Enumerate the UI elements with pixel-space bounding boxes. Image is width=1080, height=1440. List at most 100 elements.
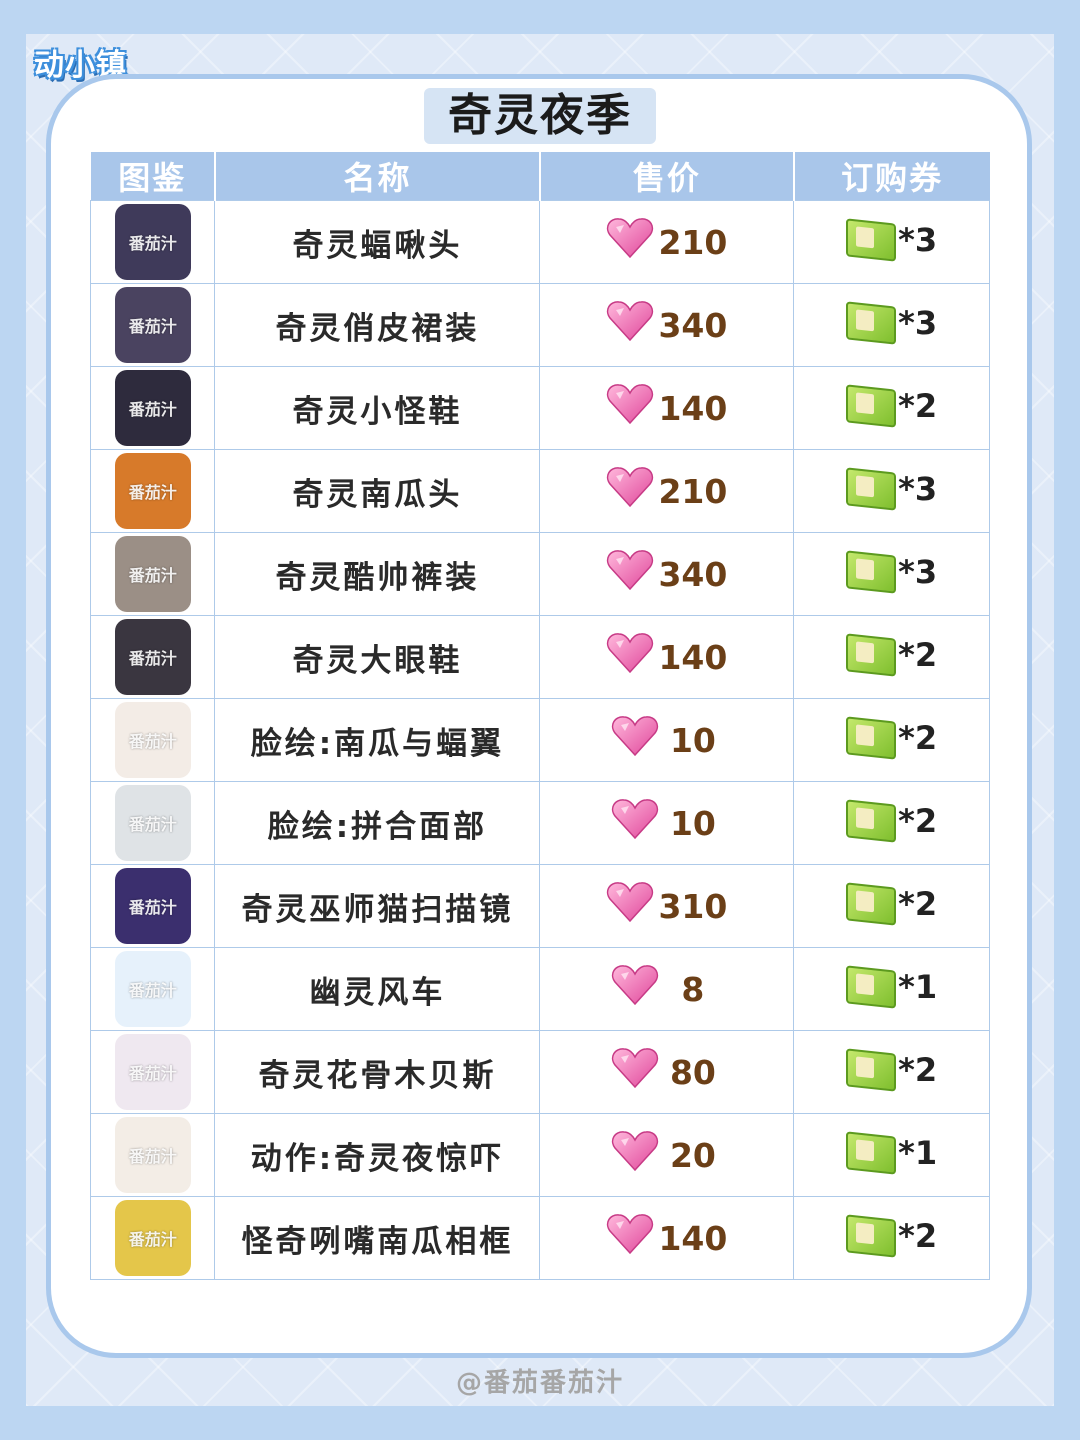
- price-cell: 210: [539, 449, 795, 533]
- thumb-cell: 番茄汁: [89, 532, 216, 616]
- table-row: 番茄汁 奇灵大眼鞋 140 *2: [89, 615, 990, 699]
- ticket-count: *2: [898, 1051, 938, 1089]
- bat-hat-icon: 番茄汁: [114, 204, 191, 280]
- ticket-cell: *2: [793, 1030, 990, 1114]
- watermark: 番茄汁: [128, 1147, 177, 1166]
- price-value: 310: [658, 886, 728, 926]
- ticket-cell: *3: [793, 283, 990, 367]
- dress-icon: 番茄汁: [114, 287, 191, 363]
- pumpkin-head-icon: 番茄汁: [114, 453, 191, 529]
- watermark: 番茄汁: [128, 483, 177, 502]
- heart-gem-icon: [606, 217, 654, 267]
- heart-gem-icon: [611, 1130, 659, 1180]
- item-name: 脸绘:南瓜与蝠翼: [250, 725, 505, 762]
- header-ticket: 订购券: [792, 152, 990, 201]
- name-cell: 怪奇咧嘴南瓜相框: [214, 1196, 541, 1280]
- table-row: 番茄汁 脸绘:南瓜与蝠翼 10 *2: [89, 698, 990, 782]
- watermark: 番茄汁: [128, 1230, 177, 1249]
- face-mask-icon: 番茄汁: [114, 785, 191, 861]
- name-cell: 奇灵俏皮裙装: [214, 283, 541, 367]
- watermark: 番茄汁: [128, 1064, 177, 1083]
- thumb-cell: 番茄汁: [89, 283, 216, 367]
- page-title: 奇灵夜季: [424, 88, 656, 144]
- price-cell: 340: [539, 283, 795, 367]
- thumb-cell: 番茄汁: [89, 366, 216, 450]
- price-cell: 310: [539, 864, 795, 948]
- table-row: 番茄汁 脸绘:拼合面部 10 *2: [89, 781, 990, 865]
- watermark: 番茄汁: [128, 815, 177, 834]
- item-name: 奇灵花骨木贝斯: [258, 1057, 497, 1094]
- ticket-count: *3: [898, 304, 938, 342]
- heart-gem-icon: [606, 632, 654, 682]
- watermark: 番茄汁: [128, 400, 177, 419]
- table-row: 番茄汁 动作:奇灵夜惊吓 20 *1: [89, 1113, 990, 1197]
- ticket-cell: *2: [793, 864, 990, 948]
- price-value: 140: [658, 388, 728, 428]
- ticket-count: *2: [898, 802, 938, 840]
- price-cell: 140: [539, 366, 795, 450]
- ticket-count: *3: [898, 221, 938, 259]
- price-value: 340: [658, 305, 728, 345]
- price-value: 140: [658, 1218, 728, 1258]
- header-catalog: 图鉴: [90, 152, 215, 201]
- order-ticket-icon: [846, 882, 897, 926]
- thumb-cell: 番茄汁: [89, 781, 216, 865]
- ticket-count: *2: [898, 719, 938, 757]
- ticket-cell: *2: [793, 1196, 990, 1280]
- price-value: 210: [658, 222, 728, 262]
- order-ticket-icon: [846, 1214, 897, 1258]
- watermark: 番茄汁: [128, 566, 177, 585]
- price-value: 210: [658, 471, 728, 511]
- order-ticket-icon: [846, 716, 897, 760]
- item-name: 奇灵酷帅裤装: [275, 559, 480, 596]
- price-value: 8: [681, 969, 705, 1009]
- thumb-cell: 番茄汁: [89, 947, 216, 1031]
- price-value: 10: [669, 803, 716, 843]
- eye-shoes-icon: 番茄汁: [114, 619, 191, 695]
- thumb-cell: 番茄汁: [89, 1030, 216, 1114]
- heart-gem-icon: [606, 549, 654, 599]
- item-name: 幽灵风车: [309, 974, 446, 1011]
- table-row: 番茄汁 奇灵蝠啾头 210 *3: [89, 200, 990, 284]
- item-name: 动作:奇灵夜惊吓: [250, 1140, 505, 1177]
- order-ticket-icon: [846, 1048, 897, 1092]
- price-cell: 140: [539, 1196, 795, 1280]
- ticket-cell: *2: [793, 781, 990, 865]
- order-ticket-icon: [846, 799, 897, 843]
- name-cell: 奇灵南瓜头: [214, 449, 541, 533]
- thumb-cell: 番茄汁: [89, 449, 216, 533]
- table-row: 番茄汁 怪奇咧嘴南瓜相框 140 *2: [89, 1196, 990, 1280]
- price-cell: 20: [539, 1113, 795, 1197]
- table-row: 番茄汁 奇灵巫师猫扫描镜 310 *2: [89, 864, 990, 948]
- heart-gem-icon: [611, 964, 659, 1014]
- ticket-cell: *3: [793, 200, 990, 284]
- scare-pose-icon: 番茄汁: [114, 1117, 191, 1193]
- order-ticket-icon: [846, 467, 897, 511]
- ticket-count: *1: [898, 1134, 938, 1172]
- item-name: 奇灵蝠啾头: [292, 227, 463, 264]
- order-ticket-icon: [846, 384, 897, 428]
- item-name: 奇灵南瓜头: [292, 476, 463, 513]
- order-ticket-icon: [846, 633, 897, 677]
- watermark: 番茄汁: [128, 981, 177, 1000]
- price-cell: 140: [539, 615, 795, 699]
- order-ticket-icon: [846, 1131, 897, 1175]
- item-name: 奇灵俏皮裙装: [275, 310, 480, 347]
- watermark: 番茄汁: [128, 649, 177, 668]
- thumb-cell: 番茄汁: [89, 200, 216, 284]
- guitar-icon: 番茄汁: [114, 1034, 191, 1110]
- heart-gem-icon: [606, 1213, 654, 1263]
- price-table: 图鉴 名称 售价 订购券 番茄汁 奇灵蝠啾头 210 *3 番茄汁 奇灵俏皮裙装 340 *3…: [89, 152, 990, 1280]
- ticket-count: *3: [898, 553, 938, 591]
- ticket-cell: *1: [793, 1113, 990, 1197]
- table-row: 番茄汁 奇灵小怪鞋 140 *2: [89, 366, 990, 450]
- heart-gem-icon: [611, 798, 659, 848]
- ticket-count: *2: [898, 636, 938, 674]
- ticket-cell: *2: [793, 615, 990, 699]
- table-header-row: 图鉴 名称 售价 订购券: [90, 152, 990, 201]
- item-name: 奇灵小怪鞋: [292, 393, 463, 430]
- thumb-cell: 番茄汁: [89, 864, 216, 948]
- price-value: 20: [669, 1135, 716, 1175]
- face-paint-icon: 番茄汁: [114, 702, 191, 778]
- heart-gem-icon: [606, 383, 654, 433]
